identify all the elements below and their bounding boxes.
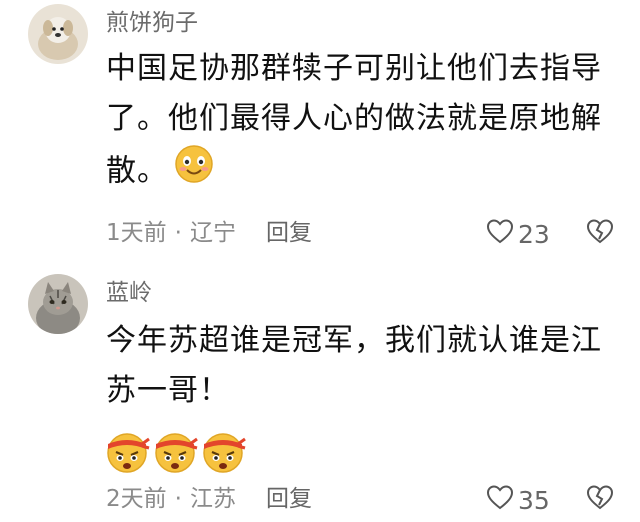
separator: ·	[174, 486, 182, 512]
comment-meta: 1天前 · 辽宁 回复	[106, 218, 312, 248]
username[interactable]: 蓝岭	[106, 278, 152, 308]
comment-text: 中国足协那群犊子可别让他们去指导了。他们最得人心的做法就是原地解散。	[106, 44, 618, 200]
dislike-button[interactable]	[586, 218, 614, 248]
avatar[interactable]	[28, 274, 88, 334]
separator: ·	[174, 220, 182, 246]
headband-face-icon	[152, 428, 198, 478]
like-count: 23	[518, 219, 550, 249]
location: 辽宁	[189, 220, 236, 246]
heart-icon	[486, 484, 518, 517]
headband-face-icon	[104, 428, 150, 478]
like-button[interactable]: 35	[486, 484, 550, 517]
username[interactable]: 煎饼狗子	[106, 8, 198, 38]
like-button[interactable]: 23	[486, 218, 550, 251]
reply-button[interactable]: 回复	[266, 218, 312, 248]
broken-heart-icon	[586, 219, 614, 248]
timestamp: 2天前	[106, 486, 167, 512]
smiling-face-icon	[174, 144, 214, 200]
comment-item: 煎饼狗子 中国足协那群犊子可别让他们去指导了。他们最得人心的做法就是原地解散。 …	[0, 0, 640, 260]
headband-face-icon	[200, 428, 246, 478]
dislike-button[interactable]	[586, 484, 614, 514]
heart-icon	[486, 218, 518, 251]
comment-item: 蓝岭 今年苏超谁是冠军，我们就认谁是江苏一哥！ 2天前 · 江苏 回复 35	[0, 262, 640, 522]
like-count: 35	[518, 485, 550, 515]
reply-button[interactable]: 回复	[266, 484, 312, 514]
timestamp: 1天前	[106, 220, 167, 246]
broken-heart-icon	[586, 485, 614, 514]
location: 江苏	[189, 486, 236, 512]
comment-text: 今年苏超谁是冠军，我们就认谁是江苏一哥！	[106, 323, 602, 408]
emoji-row	[104, 428, 246, 478]
comment-meta: 2天前 · 江苏 回复	[106, 484, 312, 514]
avatar[interactable]	[28, 4, 88, 64]
